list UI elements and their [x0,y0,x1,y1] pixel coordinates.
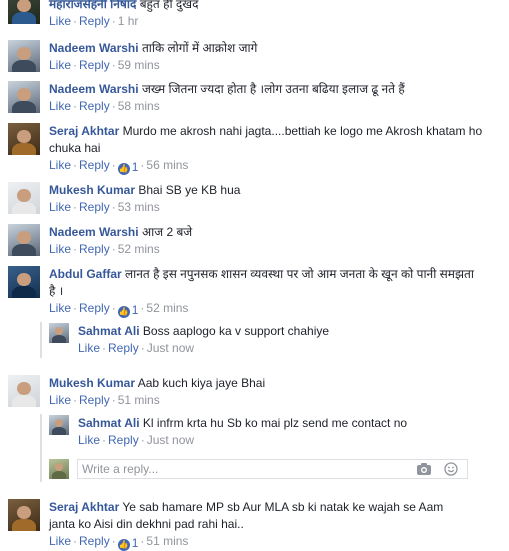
reply-thread-line [40,322,42,358]
commenter-name[interactable]: Nadeem Warshi [49,41,139,55]
avatar[interactable] [8,499,40,531]
comment-time[interactable]: 51 mins [118,393,160,407]
commenter-name[interactable]: Abdul Gaffar [49,267,122,281]
avatar[interactable] [8,81,40,113]
commenter-name[interactable]: Sahmat Ali [78,416,140,430]
avatar[interactable] [8,40,40,72]
reply-link[interactable]: Reply [79,58,110,72]
avatar[interactable] [8,182,40,214]
reply-link[interactable]: Reply [79,242,110,256]
comment-text: ताकि लोगों में आक्रोश जागे [141,41,258,55]
comment-text: आज 2 बजे [141,225,193,239]
comment-time[interactable]: 56 mins [146,158,188,172]
commenter-name[interactable]: Nadeem Warshi [49,82,139,96]
like-link[interactable]: Like [49,58,71,72]
comment: महाराजसेहनी निषाद बहुत ही दुखद Like · Repl… [8,0,503,32]
like-link[interactable]: Like [49,200,71,214]
reply: Sahmat Ali Boss aaplogo ka v support cha… [49,323,504,359]
like-link[interactable]: Like [78,433,100,447]
reply-input[interactable] [82,462,402,476]
reply-link[interactable]: Reply [108,433,139,447]
like-link[interactable]: Like [49,393,71,407]
comment-time[interactable]: 51 mins [146,534,188,548]
reply: Sahmat Ali Kl infrm krta hu Sb ko mai pl… [49,415,504,451]
comment-time[interactable]: 52 mins [118,242,160,256]
comment-time[interactable]: 59 mins [118,58,160,72]
like-link[interactable]: Like [49,242,71,256]
like-count[interactable]: 👍 1 [117,536,138,551]
comment: Nadeem Warshi जख्म जितना ज्यदा होता है ।… [8,81,503,117]
comment-time[interactable]: 53 mins [118,200,160,214]
comment-text: जख्म जितना ज्यदा होता है ।लोग उतना बढिया… [141,82,405,96]
reply-link[interactable]: Reply [79,99,110,113]
comment: Nadeem Warshi ताकि लोगों में आक्रोश जागे… [8,40,503,76]
like-count[interactable]: 👍 1 [117,303,138,318]
like-link[interactable]: Like [49,14,71,28]
avatar[interactable] [8,224,40,256]
smiley-icon[interactable] [444,462,460,476]
comment: Mukesh Kumar Aab kuch kiya jaye Bhai Lik… [8,375,503,411]
reply-link[interactable]: Reply [79,301,110,315]
avatar[interactable] [49,415,69,435]
current-user-avatar [49,459,69,479]
commenter-name[interactable]: Sahmat Ali [78,324,140,338]
like-link[interactable]: Like [49,158,71,172]
comment-time[interactable]: 58 mins [118,99,160,113]
comment-text: Aab kuch kiya jaye Bhai [137,376,266,390]
commenter-name[interactable]: Seraj Akhtar [49,500,119,514]
comment-text: Bhai SB ye KB hua [138,183,241,197]
comment-time[interactable]: 1 hr [118,14,139,28]
camera-icon[interactable] [416,462,432,476]
like-link[interactable]: Like [49,534,71,548]
comment: Seraj Akhtar Ye sab hamare MP sb Aur MLA… [8,499,503,551]
reply-time[interactable]: Just now [147,433,194,447]
reply-link[interactable]: Reply [108,341,139,355]
thumbs-up-icon: 👍 [117,539,130,551]
like-link[interactable]: Like [78,341,100,355]
reply-link[interactable]: Reply [79,534,110,548]
comment-time[interactable]: 52 mins [146,301,188,315]
comment: Nadeem Warshi आज 2 बजे Like · Reply · 52 min… [8,224,503,260]
reply-link[interactable]: Reply [79,158,110,172]
avatar[interactable] [8,375,40,407]
reply-link[interactable]: Reply [79,200,110,214]
commenter-name[interactable]: Seraj Akhtar [49,124,119,138]
avatar[interactable] [8,123,40,155]
like-link[interactable]: Like [49,99,71,113]
thumbs-up-icon: 👍 [117,163,130,175]
avatar[interactable] [49,323,69,343]
like-link[interactable]: Like [49,301,71,315]
reply-composer[interactable] [77,459,468,479]
reply-link[interactable]: Reply [79,14,110,28]
like-count[interactable]: 👍 1 [117,160,138,175]
reply-link[interactable]: Reply [79,393,110,407]
avatar[interactable] [8,0,40,24]
avatar[interactable] [8,266,40,298]
comment: Abdul Gaffar लानत है इस नपुनसक शासन व्यव… [8,266,503,318]
comment: Seraj Akhtar Murdo me akrosh nahi jagta.… [8,123,503,175]
commenter-name[interactable]: महाराजसेहनी निषाद [49,0,136,11]
commenter-name[interactable]: Mukesh Kumar [49,183,135,197]
reply-time[interactable]: Just now [147,341,194,355]
commenter-name[interactable]: Mukesh Kumar [49,376,135,390]
reply-thread-line [40,414,42,482]
thumbs-up-icon: 👍 [117,306,130,318]
reply-text: Boss aaplogo ka v support chahiye [142,324,330,338]
comment-text: बहुत ही दुखद [139,0,199,11]
comment: Mukesh Kumar Bhai SB ye KB hua Like · Repl… [8,182,503,218]
reply-text: Kl infrm krta hu Sb ko mai plz send me c… [142,416,408,430]
commenter-name[interactable]: Nadeem Warshi [49,225,139,239]
